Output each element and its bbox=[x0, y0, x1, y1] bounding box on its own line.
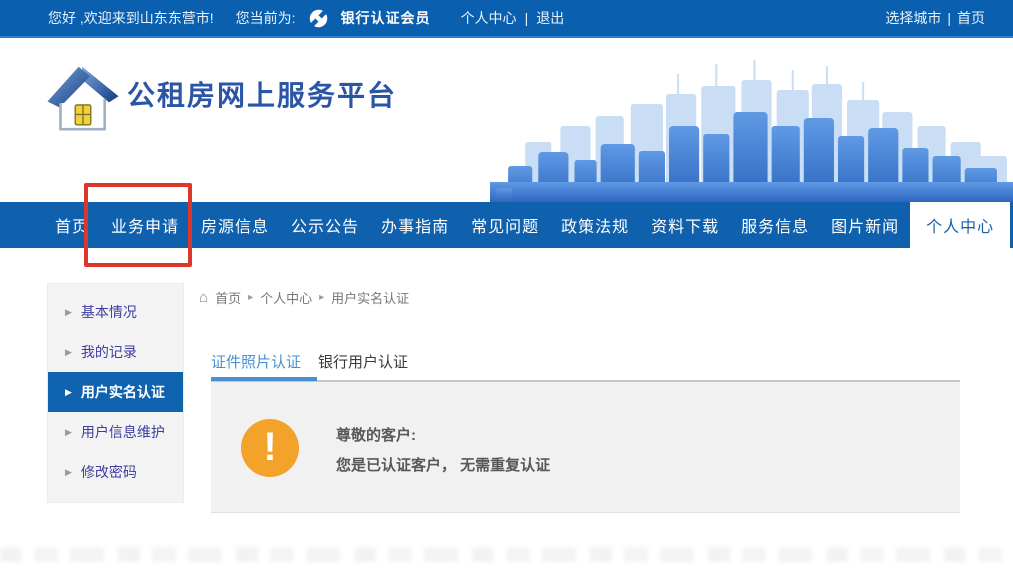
breadcrumb-personal-center[interactable]: 个人中心 bbox=[260, 288, 312, 307]
nav-item-personal-center[interactable]: 个人中心 bbox=[910, 202, 1011, 248]
topbar-right-divider: | bbox=[947, 10, 951, 26]
sidebar-item-label: 我的记录 bbox=[80, 344, 137, 360]
sidebar-item-label: 用户信息维护 bbox=[80, 424, 165, 440]
house-logo-icon bbox=[44, 58, 122, 138]
notice-message: 您是已认证客户， 无需重复认证 bbox=[336, 457, 551, 474]
page: 您好 ,欢迎来到山东东营市! 您当前为: 银行认证会员 个人中心 | 退出 选择… bbox=[0, 0, 1013, 580]
current-role-label: 您当前为: bbox=[235, 10, 296, 26]
topbar-links: 个人中心 | 退出 bbox=[461, 8, 565, 28]
nav-item-service-info[interactable]: 服务信息 bbox=[730, 202, 820, 248]
sidebar-item-change-password[interactable]: ▶ 修改密码 bbox=[48, 452, 183, 492]
topbar-left: 您好 ,欢迎来到山东东营市! 您当前为: 银行认证会员 个人中心 | 退出 bbox=[48, 8, 564, 29]
breadcrumb-realname-auth: 用户实名认证 bbox=[331, 291, 410, 306]
active-tab-underline bbox=[211, 377, 317, 381]
bottom-artifact-strip bbox=[0, 547, 1013, 562]
nav-item-home[interactable]: 首页 bbox=[44, 202, 100, 248]
personal-center-link[interactable]: 个人中心 bbox=[461, 8, 517, 28]
main-nav: 首页 业务申请 房源信息 公示公告 办事指南 常见问题 政策法规 资料下载 服务… bbox=[0, 202, 1013, 248]
notice-text: 尊敬的客户: 您是已认证客户， 无需重复认证 bbox=[336, 419, 550, 475]
exclamation-icon: ! bbox=[241, 419, 299, 477]
nav-item-policy[interactable]: 政策法规 bbox=[550, 202, 640, 248]
notice-inner: ! 尊敬的客户: 您是已认证客户， 无需重复认证 bbox=[211, 382, 960, 477]
welcome-text: 您好 ,欢迎来到山东东营市! bbox=[48, 10, 214, 26]
chevron-right-icon: ▸ bbox=[248, 292, 254, 303]
topbar-divider: | bbox=[524, 10, 529, 26]
sidebar-item-basic-info[interactable]: ▶ 基本情况 bbox=[48, 292, 183, 332]
topbar-home-link[interactable]: 首页 bbox=[957, 8, 985, 28]
sidebar-item-label: 修改密码 bbox=[80, 464, 137, 480]
triangle-right-icon: ▶ bbox=[65, 466, 72, 477]
nav-item-faq[interactable]: 常见问题 bbox=[460, 202, 550, 248]
home-icon: ⌂ bbox=[199, 289, 209, 306]
triangle-right-icon: ▶ bbox=[65, 386, 72, 397]
nav-item-photo-news[interactable]: 图片新闻 bbox=[820, 202, 910, 248]
topbar-right: 选择城市 | 首页 bbox=[885, 8, 985, 28]
member-type-badge: 银行认证会员 bbox=[340, 10, 431, 26]
nav-item-public-notice[interactable]: 公示公告 bbox=[280, 202, 370, 248]
triangle-right-icon: ▶ bbox=[65, 306, 72, 317]
triangle-right-icon: ▶ bbox=[65, 346, 72, 357]
nav-item-housing-info[interactable]: 房源信息 bbox=[190, 202, 280, 248]
bank-logo-icon bbox=[308, 8, 329, 29]
notice-panel: ! 尊敬的客户: 您是已认证客户， 无需重复认证 bbox=[211, 380, 960, 513]
city-skyline-graphic bbox=[490, 54, 1013, 202]
breadcrumb-home[interactable]: 首页 bbox=[215, 288, 241, 307]
breadcrumb: ⌂ 首页 ▸ 个人中心 ▸ 用户实名认证 bbox=[199, 288, 409, 307]
city-select-link[interactable]: 选择城市 bbox=[885, 8, 941, 28]
triangle-right-icon: ▶ bbox=[65, 426, 72, 437]
sidebar-item-label: 用户实名认证 bbox=[80, 384, 165, 400]
site-header: 公租房网上服务平台 bbox=[0, 40, 1013, 202]
logout-link[interactable]: 退出 bbox=[536, 8, 564, 28]
nav-item-downloads[interactable]: 资料下载 bbox=[640, 202, 730, 248]
nav-item-business-apply[interactable]: 业务申请 bbox=[100, 202, 190, 248]
sidebar-item-user-info[interactable]: ▶ 用户信息维护 bbox=[48, 412, 183, 452]
nav-item-guide[interactable]: 办事指南 bbox=[370, 202, 460, 248]
site-title: 公租房网上服务平台 bbox=[127, 80, 398, 111]
sidebar-item-label: 基本情况 bbox=[80, 304, 137, 320]
sidebar-menu: ▶ 基本情况 ▶ 我的记录 ▶ 用户实名认证 ▶ 用户信息维护 ▶ 修改密码 bbox=[47, 283, 184, 503]
sidebar-item-realname-auth[interactable]: ▶ 用户实名认证 bbox=[48, 372, 183, 412]
notice-salutation: 尊敬的客户: bbox=[336, 427, 416, 444]
chevron-right-icon: ▸ bbox=[319, 292, 325, 303]
sidebar-item-my-records[interactable]: ▶ 我的记录 bbox=[48, 332, 183, 372]
topbar: 您好 ,欢迎来到山东东营市! 您当前为: 银行认证会员 个人中心 | 退出 选择… bbox=[0, 0, 1013, 38]
